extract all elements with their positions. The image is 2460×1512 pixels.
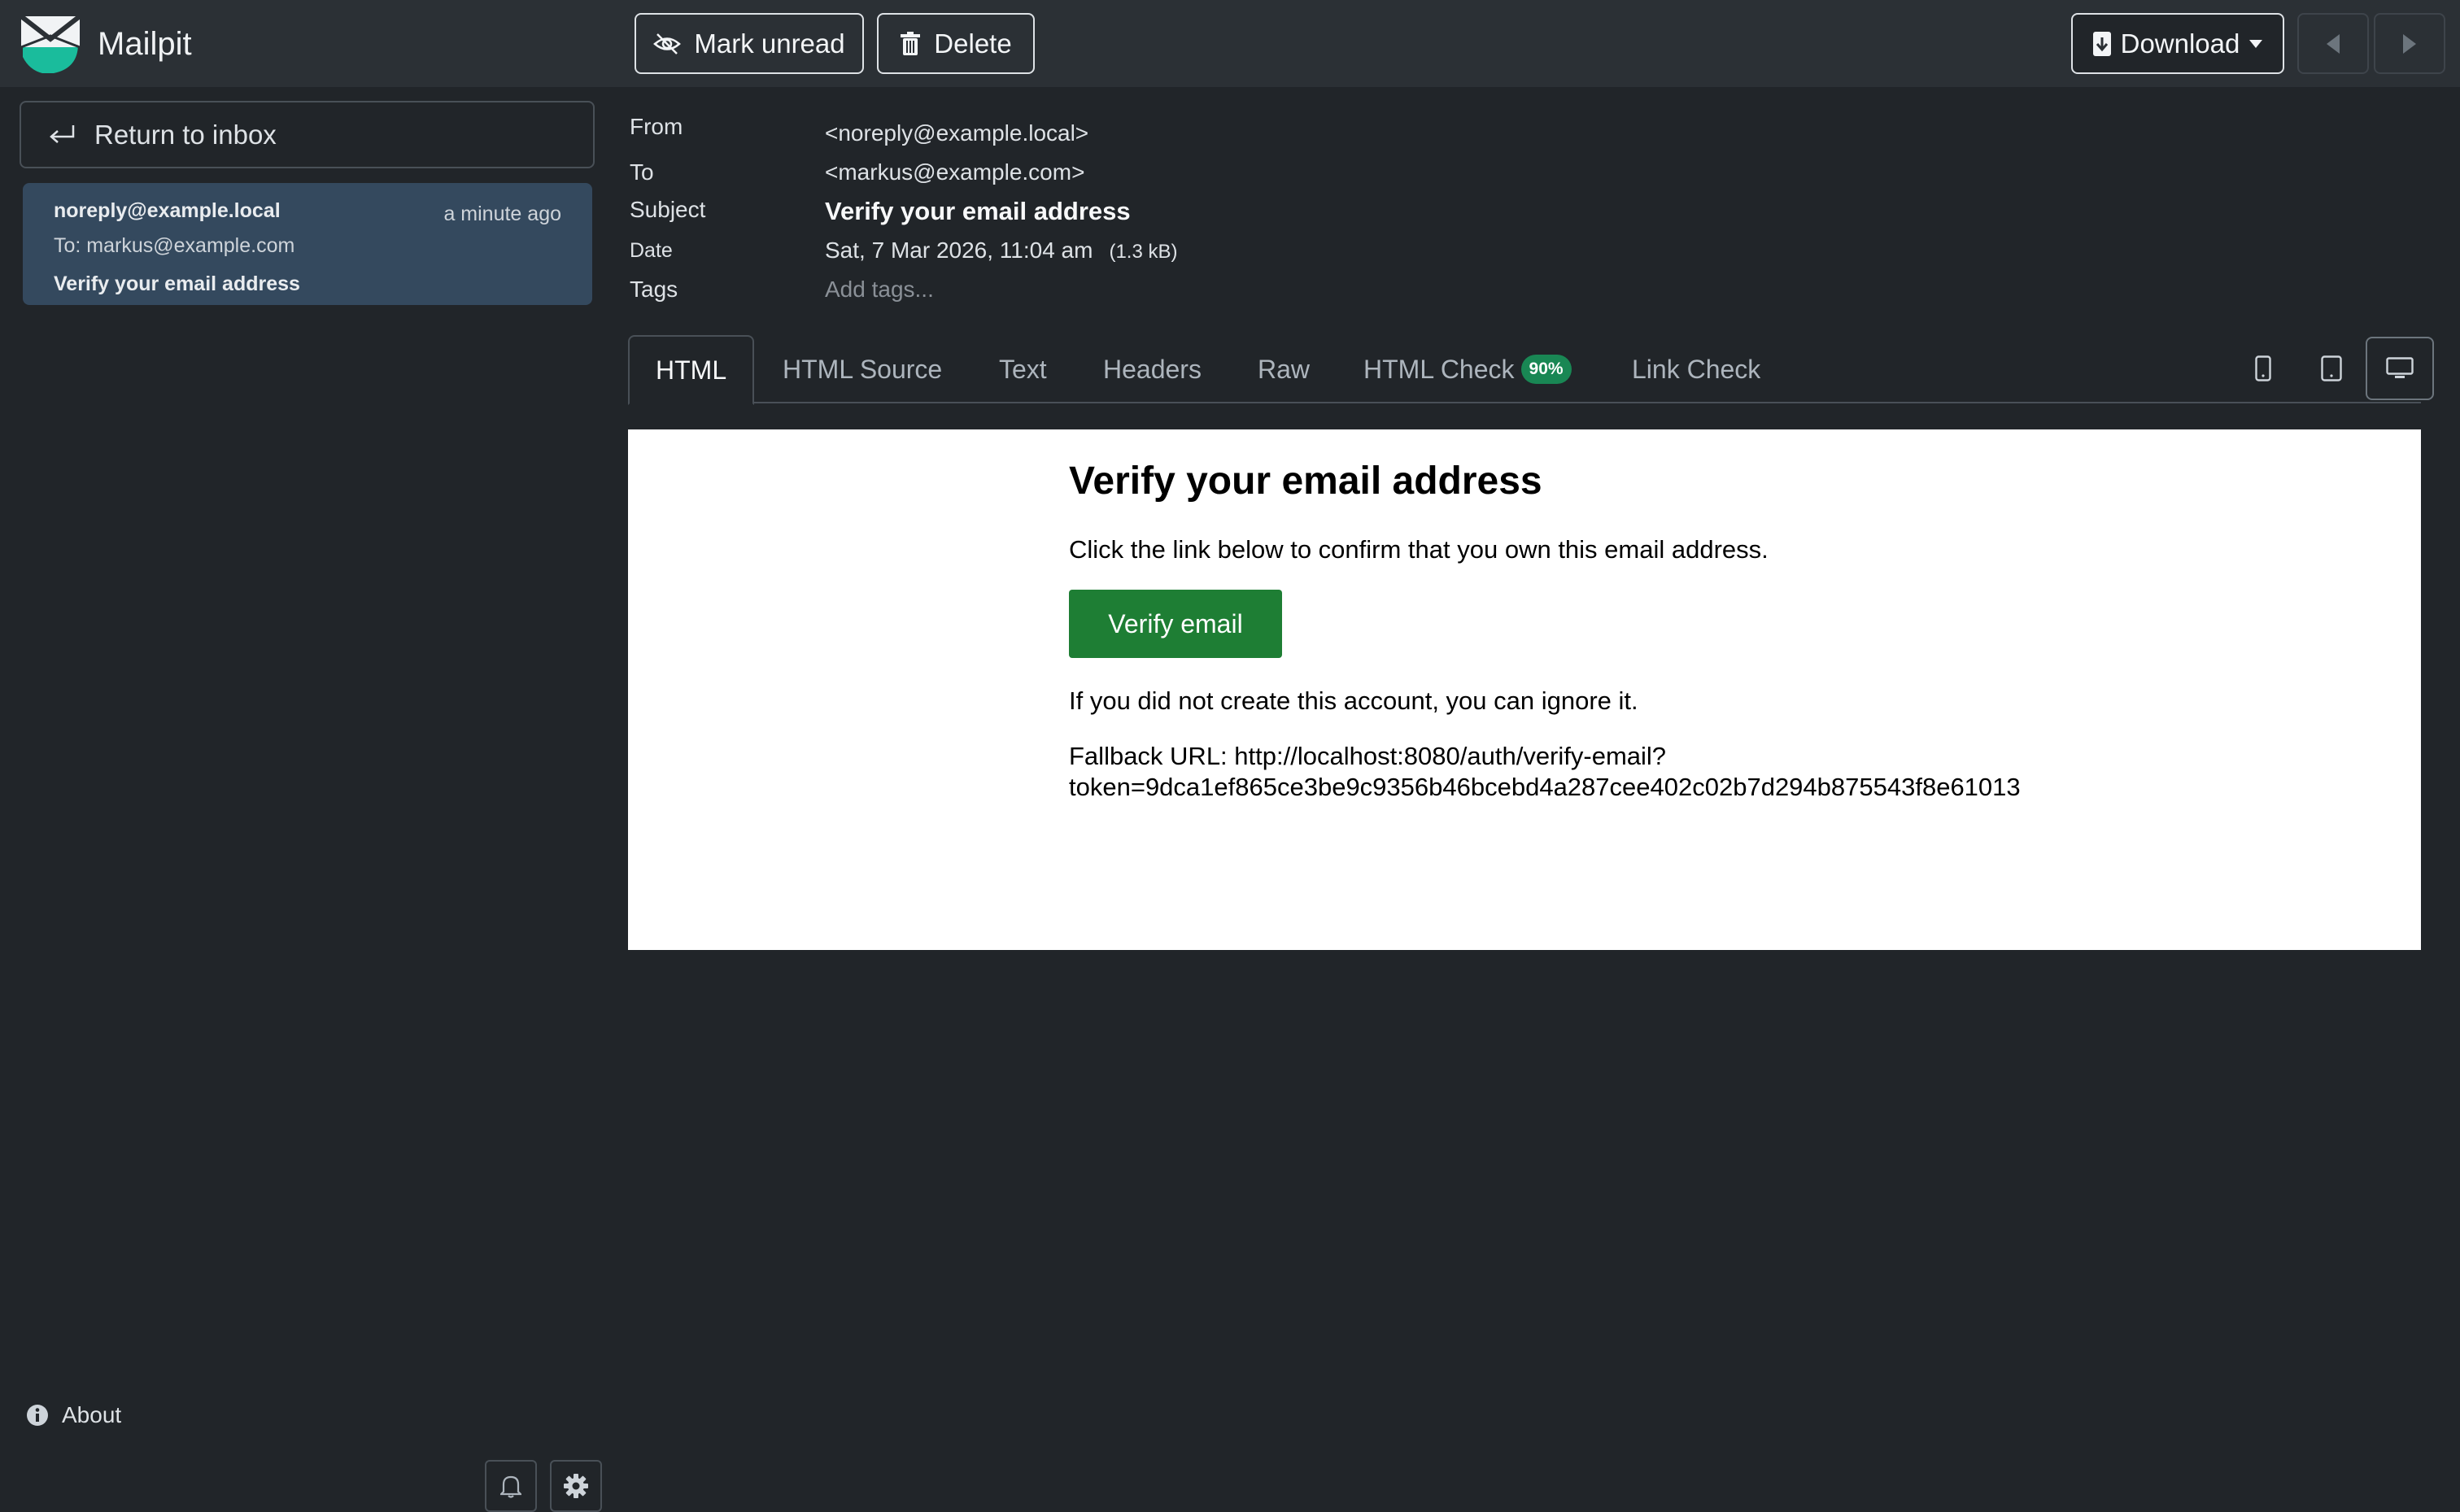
app-name: Mailpit bbox=[98, 25, 192, 62]
previous-message-button[interactable] bbox=[2297, 13, 2369, 74]
tab-headers[interactable]: Headers bbox=[1103, 335, 1202, 403]
message-subject: Verify your email address bbox=[54, 272, 300, 295]
view-tabs: HTML HTML Source Text Headers Raw HTML C… bbox=[628, 335, 2421, 405]
tab-text[interactable]: Text bbox=[999, 335, 1047, 403]
eye-slash-icon bbox=[653, 33, 682, 54]
top-bar: Mailpit Mark unread Delete Download bbox=[0, 0, 2460, 87]
trash-icon bbox=[901, 31, 921, 55]
phone-icon bbox=[2255, 355, 2271, 381]
caret-down-icon bbox=[2249, 39, 2263, 48]
tags-label: Tags bbox=[630, 277, 678, 302]
message-time: a minute ago bbox=[443, 203, 561, 225]
sidebar: Return to inbox noreply@example.local a … bbox=[0, 87, 618, 1512]
tablet-view-button[interactable] bbox=[2297, 337, 2366, 400]
date-value: Sat, 7 Mar 2026, 11:04 am (1.3 kB) bbox=[825, 237, 1178, 263]
return-arrow-icon bbox=[50, 124, 75, 143]
tab-raw[interactable]: Raw bbox=[1258, 335, 1310, 403]
email-fallback-url[interactable]: Fallback URL: http://localhost:8080/auth… bbox=[1069, 741, 2208, 803]
about-label: About bbox=[62, 1402, 122, 1427]
bell-icon bbox=[500, 1475, 521, 1498]
to-label: To bbox=[630, 159, 654, 185]
monitor-icon bbox=[2386, 357, 2414, 378]
info-circle-icon bbox=[27, 1405, 48, 1426]
mark-unread-button[interactable]: Mark unread bbox=[635, 13, 864, 74]
tab-html-source[interactable]: HTML Source bbox=[783, 335, 942, 403]
mailpit-logo-icon bbox=[20, 14, 81, 73]
message-size: (1.3 kB) bbox=[1109, 241, 1178, 263]
tablet-icon bbox=[2321, 355, 2342, 381]
file-download-icon bbox=[2092, 31, 2111, 56]
tab-html-check[interactable]: HTML Check 90% bbox=[1363, 335, 1572, 403]
verify-email-button[interactable]: Verify email bbox=[1069, 590, 1282, 658]
tab-html[interactable]: HTML bbox=[628, 335, 755, 405]
download-button[interactable]: Download bbox=[2071, 13, 2284, 74]
date-label: Date bbox=[630, 239, 673, 262]
email-intro: Click the link below to confirm that you… bbox=[1069, 535, 1769, 564]
settings-button[interactable] bbox=[550, 1460, 602, 1512]
phone-view-button[interactable] bbox=[2229, 337, 2297, 400]
message-list-item[interactable]: noreply@example.local a minute ago To: m… bbox=[23, 183, 592, 305]
desktop-view-button[interactable] bbox=[2366, 337, 2434, 400]
caret-right-icon bbox=[2403, 33, 2416, 54]
download-label: Download bbox=[2120, 28, 2240, 59]
mark-unread-label: Mark unread bbox=[694, 28, 845, 59]
delete-label: Delete bbox=[934, 28, 1012, 59]
return-to-inbox-label: Return to inbox bbox=[94, 119, 277, 150]
message-to: To: markus@example.com bbox=[54, 234, 295, 257]
from-label: From bbox=[630, 114, 683, 139]
delete-button[interactable]: Delete bbox=[877, 13, 1035, 74]
email-heading: Verify your email address bbox=[1069, 460, 1542, 503]
return-to-inbox-button[interactable]: Return to inbox bbox=[20, 101, 595, 168]
tab-link-check[interactable]: Link Check bbox=[1632, 335, 1760, 403]
tags-input[interactable]: Add tags... bbox=[825, 277, 934, 303]
about-link[interactable]: About bbox=[26, 1395, 121, 1436]
notifications-button[interactable] bbox=[485, 1460, 537, 1512]
from-value: <noreply@example.local> bbox=[825, 120, 1089, 146]
html-check-score-badge: 90% bbox=[1520, 355, 1572, 384]
subject-label: Subject bbox=[630, 197, 706, 222]
next-message-button[interactable] bbox=[2374, 13, 2445, 74]
gear-icon bbox=[564, 1474, 588, 1498]
to-value: <markus@example.com> bbox=[825, 159, 1085, 185]
caret-left-icon bbox=[2327, 33, 2340, 54]
brand[interactable]: Mailpit bbox=[18, 11, 192, 76]
email-ignore-note: If you did not create this account, you … bbox=[1069, 686, 1638, 715]
email-preview: Verify your email address Click the link… bbox=[628, 429, 2421, 950]
subject-value: Verify your email address bbox=[825, 197, 1131, 225]
email-body: Verify your email address Click the link… bbox=[1069, 459, 2208, 803]
